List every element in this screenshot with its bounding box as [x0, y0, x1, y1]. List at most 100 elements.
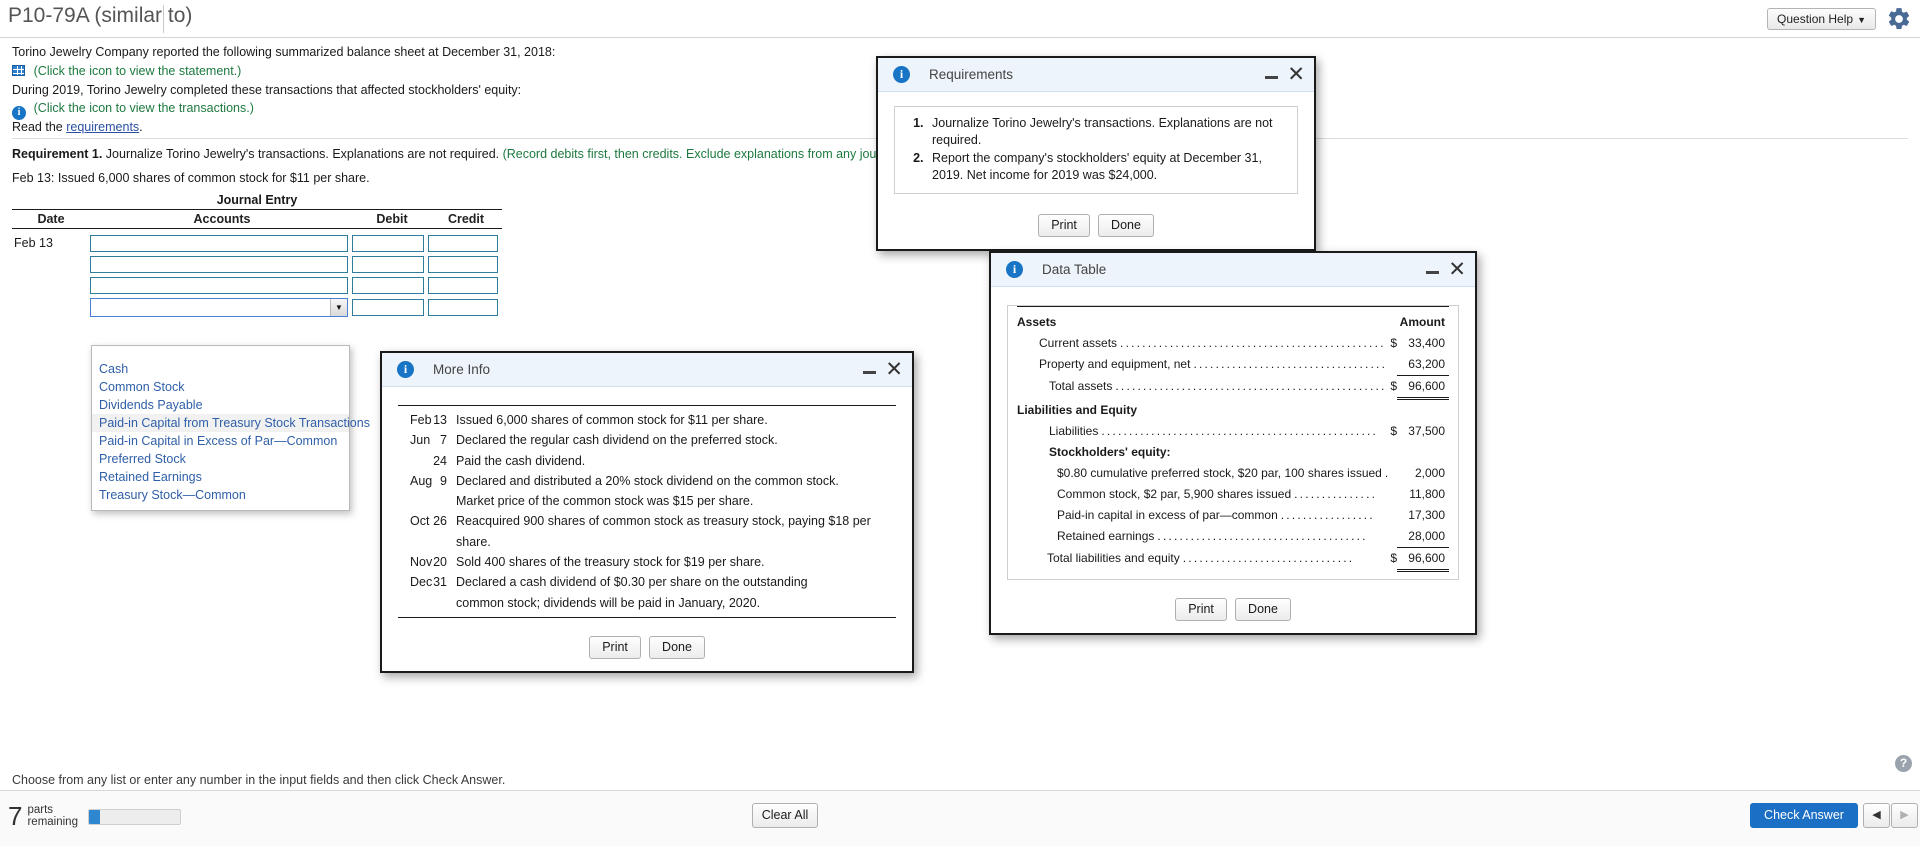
- credit-input-row-4[interactable]: [428, 299, 498, 316]
- gear-icon[interactable]: [1886, 6, 1912, 32]
- check-answer-button[interactable]: Check Answer: [1750, 803, 1858, 828]
- row-amount: 28,000: [1397, 526, 1449, 548]
- requirement-text: Journalize Torino Jewelry's transactions…: [102, 147, 503, 161]
- row-label: Current assets: [1039, 336, 1118, 350]
- feb-prompt: Feb 13: Issued 6,000 shares of common st…: [12, 171, 370, 185]
- dropdown-option-common-stock[interactable]: Common Stock: [92, 378, 349, 396]
- row-month: Dec: [410, 575, 433, 590]
- dropdown-option-preferred-stock[interactable]: Preferred Stock: [92, 450, 349, 468]
- read-requirements-line: Read the requirements.: [12, 119, 143, 136]
- caret-down-icon: ▼: [335, 303, 343, 312]
- statement-link-label: (Click the icon to view the statement.): [33, 64, 242, 78]
- dropdown-option-paid-in-capital-excess-par[interactable]: Paid-in Capital in Excess of Par—Common: [92, 432, 349, 450]
- row-day: 20: [433, 555, 447, 570]
- debit-input-row-1[interactable]: [352, 234, 424, 252]
- statement-icon-link[interactable]: (Click the icon to view the statement.): [12, 63, 241, 80]
- table-row: Feb 13 Issued 6,000 shares of common sto…: [398, 410, 896, 430]
- table-row: ▼: [12, 297, 502, 318]
- row-month: [398, 491, 430, 511]
- problem-line-1: Torino Jewelry Company reported the foll…: [12, 45, 556, 59]
- accounts-select-row-4[interactable]: ▼: [90, 298, 348, 317]
- row-label: Total liabilities and equity: [1047, 551, 1180, 565]
- dropdown-toggle-button[interactable]: ▼: [330, 299, 347, 316]
- question-help-button[interactable]: Question Help ▼: [1767, 8, 1876, 30]
- dropdown-option-dividends-payable[interactable]: Dividends Payable: [92, 396, 349, 414]
- row-month: [398, 451, 430, 471]
- row-text: Declared and distributed a 20% stock div…: [456, 473, 839, 488]
- debit-input-row-2[interactable]: [352, 255, 424, 273]
- minimize-icon[interactable]: [1265, 76, 1279, 79]
- row-label: Liabilities: [1049, 424, 1099, 438]
- table-row: Total liabilities and equity ...........…: [1017, 548, 1449, 572]
- parts-label-line1: parts: [27, 803, 54, 816]
- data-table-dialog-body: Assets Amount Current assets ...........…: [991, 287, 1475, 588]
- row-amount: Amount: [1399, 315, 1445, 329]
- close-icon[interactable]: ✕: [1287, 64, 1305, 85]
- minimize-icon[interactable]: [1426, 271, 1440, 274]
- table-row: 24 Paid the cash dividend.: [398, 451, 896, 471]
- row-month: Oct: [410, 514, 430, 529]
- row-text: Reacquired 900 shares of common stock as…: [456, 514, 871, 549]
- print-button[interactable]: Print: [1038, 214, 1091, 237]
- column-header-debit: Debit: [376, 212, 408, 226]
- accounts-input-row-2[interactable]: [90, 255, 348, 273]
- column-header-credit: Credit: [447, 212, 485, 226]
- parts-remaining: 7 parts remaining: [8, 803, 78, 829]
- row-day: 24: [433, 453, 447, 468]
- table-row: Oct 26 Reacquired 900 shares of common s…: [398, 511, 896, 552]
- row-month: Feb: [410, 413, 432, 427]
- next-part-button[interactable]: ▶: [1891, 803, 1918, 828]
- row-day: 13: [433, 413, 447, 427]
- table-row: Property and equipment, net ............…: [1017, 354, 1449, 376]
- table-row: Current assets .........................…: [1017, 333, 1449, 354]
- credit-input-row-3[interactable]: [428, 276, 498, 294]
- print-button[interactable]: Print: [589, 635, 642, 659]
- done-button[interactable]: Done: [1098, 214, 1154, 237]
- print-button[interactable]: Print: [1175, 598, 1228, 621]
- more-info-dialog-body: Feb 13 Issued 6,000 shares of common sto…: [382, 387, 912, 626]
- table-row: Total assets ...........................…: [1017, 376, 1449, 400]
- row-label: Property and equipment, net: [1039, 357, 1191, 371]
- row-day: [430, 491, 456, 511]
- table-row: Common stock, $2 par, 5,900 shares issue…: [1017, 484, 1449, 505]
- row-text: Sold 400 shares of the treasury stock fo…: [456, 555, 765, 570]
- minimize-icon[interactable]: [863, 371, 877, 374]
- close-icon[interactable]: ✕: [885, 359, 903, 380]
- accounts-input-row-1[interactable]: [90, 234, 348, 252]
- done-button[interactable]: Done: [649, 635, 705, 659]
- table-row: Nov 20 Sold 400 shares of the treasury s…: [398, 552, 896, 572]
- row-label: $0.80 cumulative preferred stock, $20 pa…: [1057, 466, 1382, 480]
- journal-title: Journal Entry: [216, 193, 298, 207]
- debit-input-row-3[interactable]: [352, 276, 424, 294]
- credit-input-row-2[interactable]: [428, 255, 498, 273]
- done-button[interactable]: Done: [1235, 598, 1291, 621]
- data-table-dialog: i Data Table ✕ Assets Amount Current ass: [989, 251, 1477, 635]
- dropdown-option-retained-earnings[interactable]: Retained Earnings: [92, 468, 349, 486]
- transactions-icon-link[interactable]: i (Click the icon to view the transactio…: [12, 100, 254, 120]
- table-row: Dec 31 Declared a cash dividend of $0.30…: [398, 572, 896, 592]
- previous-part-button[interactable]: ◀: [1863, 803, 1890, 828]
- requirements-dialog-body: Journalize Torino Jewelry's transactions…: [878, 92, 1314, 204]
- requirements-dialog-buttons: Print Done: [878, 204, 1314, 249]
- row-text: Market price of the common stock was $15…: [456, 494, 754, 509]
- info-icon: i: [1006, 261, 1023, 278]
- dropdown-option-paid-in-capital-treasury[interactable]: Paid-in Capital from Treasury Stock Tran…: [92, 414, 370, 432]
- dropdown-option-cash[interactable]: Cash: [92, 360, 349, 378]
- journal-header-row: Date Accounts Debit Credit: [12, 209, 502, 229]
- close-icon[interactable]: ✕: [1448, 259, 1466, 280]
- row-day: 31: [433, 575, 447, 590]
- row-dots: ...............................: [1182, 551, 1355, 565]
- more-info-dialog-buttons: Print Done: [382, 626, 912, 671]
- parts-label-line2: remaining: [27, 816, 78, 828]
- problem-content: Torino Jewelry Company reported the foll…: [0, 38, 1920, 778]
- help-icon[interactable]: ?: [1895, 755, 1912, 772]
- requirements-link[interactable]: requirements: [66, 120, 139, 134]
- accounts-dropdown-list[interactable]: Cash Common Stock Dividends Payable Paid…: [91, 345, 370, 511]
- credit-input-row-1[interactable]: [428, 234, 498, 252]
- debit-input-row-4[interactable]: [352, 299, 424, 316]
- footer-hint: Choose from any list or enter any number…: [12, 773, 506, 787]
- table-row: Market price of the common stock was $15…: [398, 491, 896, 511]
- dropdown-option-treasury-stock-common[interactable]: Treasury Stock—Common: [92, 486, 349, 504]
- clear-all-button[interactable]: Clear All: [752, 803, 818, 828]
- accounts-input-row-3[interactable]: [90, 276, 348, 294]
